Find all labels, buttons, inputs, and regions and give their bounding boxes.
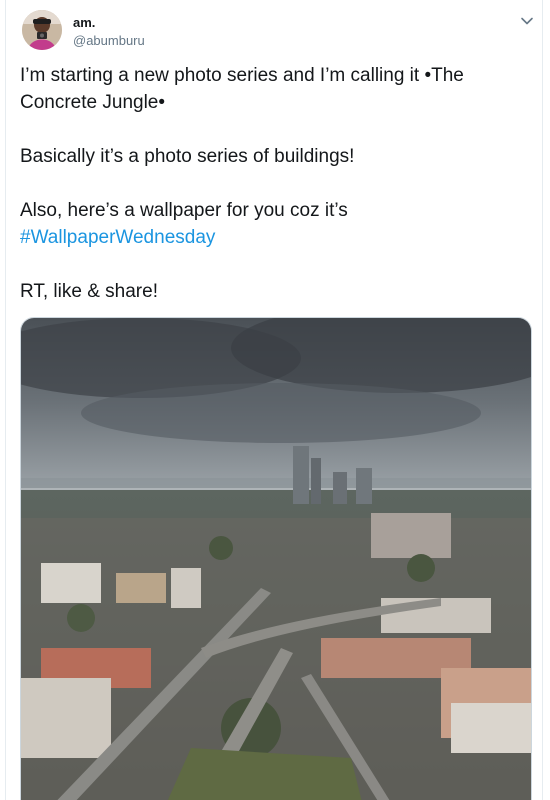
avatar[interactable] [22, 10, 62, 50]
chevron-down-icon[interactable] [518, 12, 536, 30]
user-handle[interactable]: @abumburu [73, 33, 145, 48]
tweet-photo[interactable] [20, 317, 532, 800]
tweet-header: am. @abumburu [20, 8, 536, 52]
tweet-text: I’m starting a new photo series and I’m … [20, 62, 530, 305]
hashtag-link[interactable]: #WallpaperWednesday [20, 227, 215, 248]
tweet-card: am. @abumburu I’m starting a new photo s… [5, 0, 543, 800]
display-name[interactable]: am. [73, 15, 95, 30]
tweet-line: RT, like & share! [20, 281, 158, 302]
profile-photo-icon [22, 10, 62, 50]
tweet-line: Also, here’s a wallpaper for you coz it’… [20, 197, 530, 251]
tweet-line-text: Also, here’s a wallpaper for you coz it’… [20, 200, 348, 221]
city-skyline-photo [21, 318, 531, 800]
tweet-line: Basically it’s a photo series of buildin… [20, 146, 355, 167]
tweet-line: I’m starting a new photo series and I’m … [20, 65, 464, 113]
